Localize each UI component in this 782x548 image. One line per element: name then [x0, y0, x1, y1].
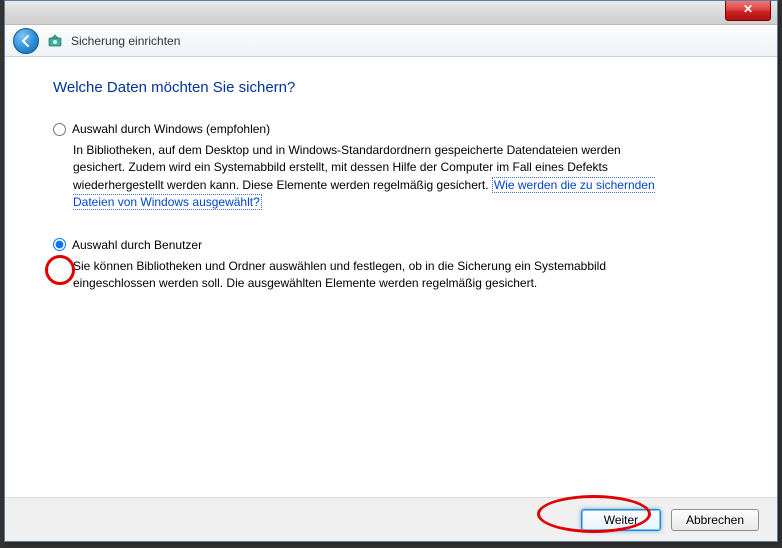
option-user-desc-text: Sie können Bibliotheken und Ordner auswä…: [73, 259, 606, 290]
option-windows-desc: In Bibliotheken, auf dem Desktop und in …: [73, 142, 663, 212]
close-button[interactable]: ✕: [725, 1, 771, 21]
backup-wizard-icon: [47, 33, 63, 49]
page-heading: Welche Daten möchten Sie sichern?: [53, 79, 729, 96]
radio-user-label[interactable]: Auswahl durch Benutzer: [72, 238, 202, 252]
option-user: Auswahl durch Benutzer Sie können Biblio…: [53, 238, 729, 293]
titlebar: ✕: [5, 1, 777, 25]
wizard-window: ✕ Sicherung einrichten Welche Daten möch…: [4, 0, 778, 542]
next-button[interactable]: Weiter: [581, 509, 661, 531]
close-icon: ✕: [743, 2, 753, 16]
cancel-button[interactable]: Abbrechen: [671, 509, 759, 531]
back-arrow-icon: [19, 34, 33, 48]
header-title: Sicherung einrichten: [71, 34, 180, 48]
back-button[interactable]: [13, 28, 39, 54]
header-bar: Sicherung einrichten: [5, 25, 777, 57]
content-area: Welche Daten möchten Sie sichern? Auswah…: [5, 57, 777, 497]
footer-bar: Weiter Abbrechen: [5, 497, 777, 541]
radio-windows-select[interactable]: [53, 123, 66, 136]
radio-windows-label[interactable]: Auswahl durch Windows (empfohlen): [72, 122, 270, 136]
radio-user-select[interactable]: [53, 238, 66, 251]
option-user-desc: Sie können Bibliotheken und Ordner auswä…: [73, 258, 663, 293]
option-windows: Auswahl durch Windows (empfohlen) In Bib…: [53, 122, 729, 212]
